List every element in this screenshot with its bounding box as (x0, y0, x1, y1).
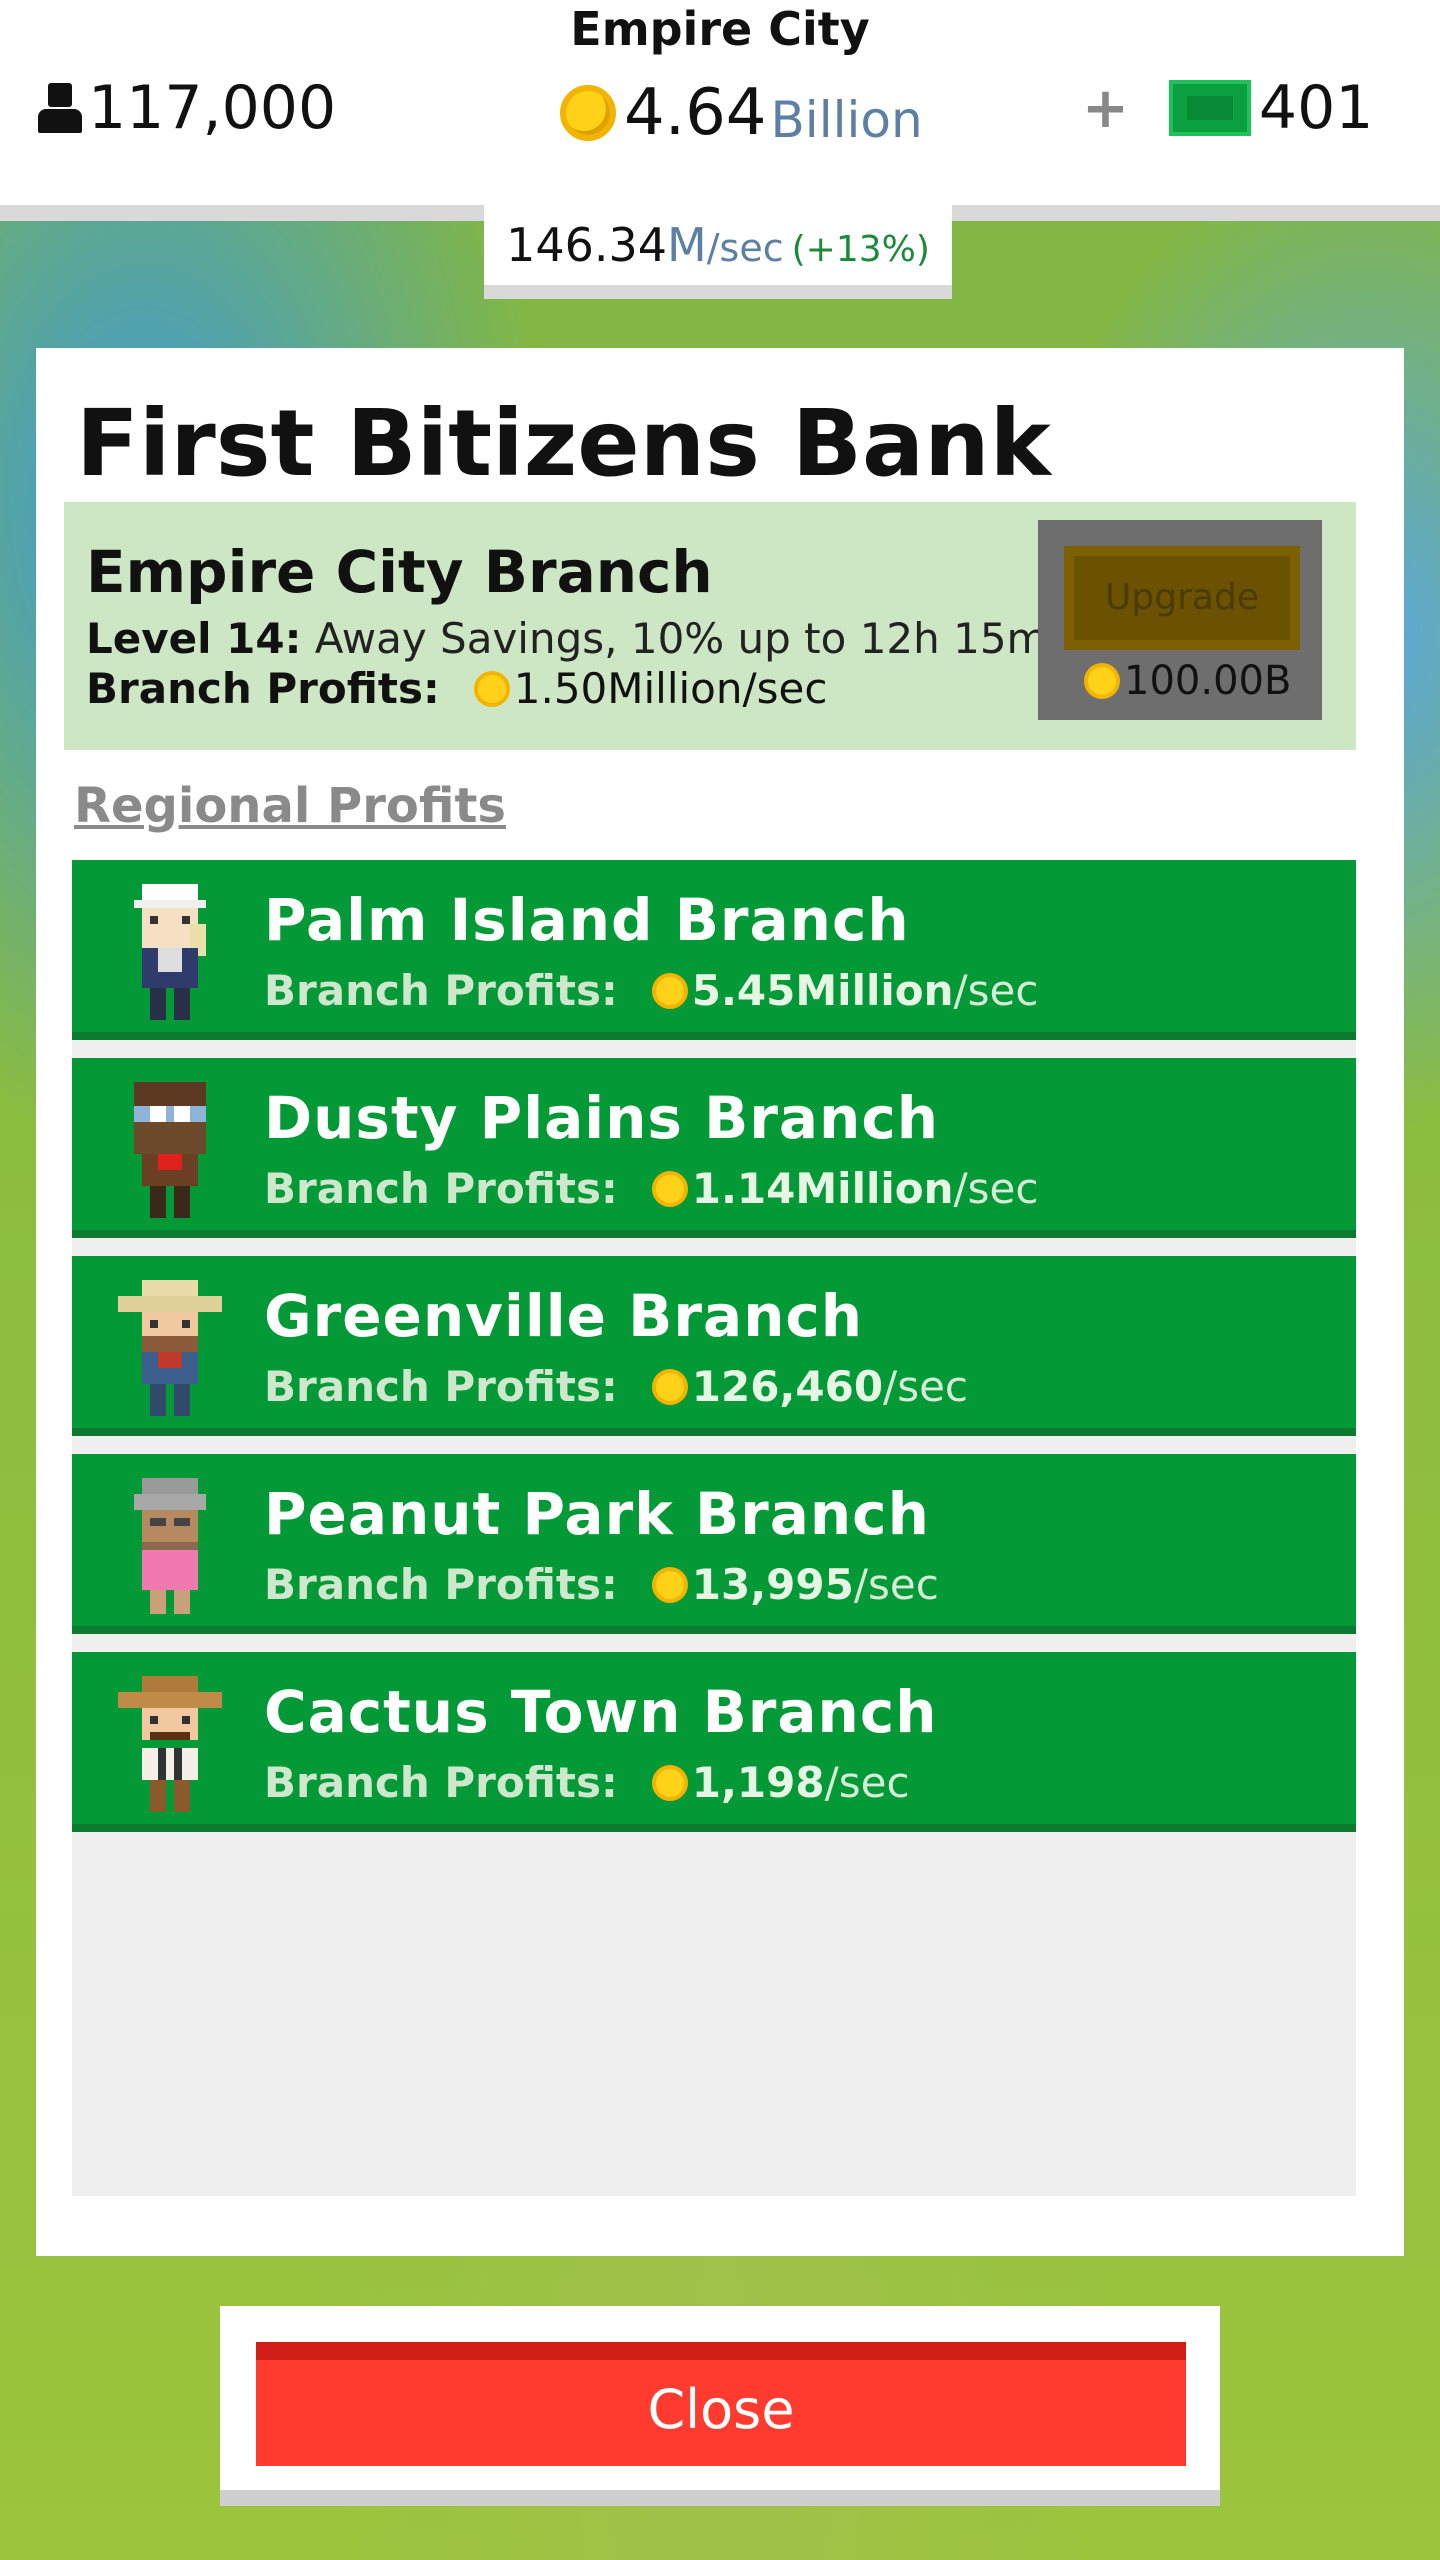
coin-icon (560, 85, 616, 141)
coin-icon (651, 1764, 688, 1801)
branch-item-profits: Branch Profits: 5.45Million /sec (264, 966, 1038, 1015)
profits-label: Branch Profits: (264, 1758, 618, 1807)
population-value: 117,000 (88, 73, 337, 143)
profits-label: Branch Profits: (264, 1560, 618, 1609)
upgrade-cost-value: 100.00B (1124, 658, 1292, 704)
profits-label: Branch Profits: (264, 1362, 618, 1411)
branch-item-name: Peanut Park Branch (264, 1480, 930, 1548)
profits-unit: /sec (953, 1164, 1039, 1213)
upgrade-cost: 100.00B (1084, 658, 1291, 704)
profits-label: Branch Profits: (264, 1164, 618, 1213)
bux-icon (1168, 80, 1251, 136)
profits-unit: /sec (953, 966, 1039, 1015)
profits-value: 5.45Million (691, 966, 954, 1015)
upgrade-button[interactable]: Upgrade (1064, 546, 1300, 650)
branch-item-name: Greenville Branch (264, 1282, 864, 1350)
rate-bonus: (+13%) (791, 229, 930, 270)
branch-profits-value: 1.50Million/sec (513, 664, 828, 713)
upgrade-panel: Upgrade 100.00B (1038, 520, 1322, 720)
list-item[interactable]: Peanut Park Branch Branch Profits: 13,99… (72, 1454, 1356, 1634)
top-status-bar: Empire City 117,000 4.64 Billion + 401 (0, 0, 1440, 221)
branch-item-profits: Branch Profits: 13,995 /sec (264, 1560, 939, 1609)
profits-value: 1.14Million (691, 1164, 954, 1213)
cowboy-avatar-icon (118, 1676, 222, 1812)
branch-item-profits: Branch Profits: 126,460 /sec (264, 1362, 968, 1411)
coin-icon (651, 1368, 688, 1405)
profits-value: 13,995 (691, 1560, 854, 1609)
current-branch-card: Empire City Branch Level 14: Away Saving… (64, 502, 1356, 750)
profits-unit: /sec (824, 1758, 910, 1807)
regional-branch-list[interactable]: Palm Island Branch Branch Profits: 5.45M… (72, 860, 1356, 2196)
branch-item-name: Dusty Plains Branch (264, 1084, 940, 1152)
money-value: 4.64 (624, 76, 767, 150)
branch-profits-label: Branch Profits: (86, 664, 440, 713)
plus-icon[interactable]: + (1082, 76, 1129, 141)
farmer-avatar-icon (134, 884, 206, 1020)
profits-unit: /sec (883, 1362, 969, 1411)
close-bar: Close (220, 2306, 1220, 2506)
coin-icon (651, 1170, 688, 1207)
profits-unit: /sec (853, 1560, 939, 1609)
city-name: Empire City (570, 2, 870, 56)
panel-title: First Bitizens Bank (76, 390, 1051, 497)
coin-icon (651, 972, 688, 1009)
profits-label: Branch Profits: (264, 966, 618, 1015)
money-unit: Billion (770, 91, 923, 149)
branch-item-name: Palm Island Branch (264, 886, 910, 954)
rate-suffix: /sec (706, 226, 784, 270)
bank-panel: First Bitizens Bank Empire City Branch L… (36, 348, 1404, 2256)
population-display: 117,000 (38, 68, 336, 148)
population-icon (38, 83, 82, 133)
branch-item-profits: Branch Profits: 1,198 /sec (264, 1758, 910, 1807)
coin-icon (1084, 663, 1120, 699)
bux-display[interactable]: + 401 (1082, 68, 1373, 148)
list-item[interactable]: Palm Island Branch Branch Profits: 5.45M… (72, 860, 1356, 1040)
close-button[interactable]: Close (256, 2342, 1186, 2466)
regional-profits-heading: Regional Profits (74, 778, 506, 834)
branch-item-name: Cactus Town Branch (264, 1678, 938, 1746)
rate-value: 146.34 (506, 218, 668, 272)
bux-value: 401 (1258, 73, 1374, 143)
granny-avatar-icon (134, 1478, 206, 1614)
branch-name: Empire City Branch (86, 538, 713, 606)
level-description: Away Savings, 10% up to 12h 15m (314, 614, 1048, 663)
aviator-avatar-icon (134, 1082, 206, 1218)
list-item[interactable]: Cactus Town Branch Branch Profits: 1,198… (72, 1652, 1356, 1832)
coin-icon (651, 1566, 688, 1603)
money-display: 4.64 Billion (560, 68, 923, 158)
profits-value: 126,460 (691, 1362, 884, 1411)
list-item[interactable]: Dusty Plains Branch Branch Profits: 1.14… (72, 1058, 1356, 1238)
level-label: Level 14: (86, 614, 302, 663)
coin-icon (473, 670, 510, 707)
income-rate: 146.34M/sec (+13%) (484, 205, 952, 299)
rate-unit: M (667, 218, 707, 272)
straw-hat-farmer-avatar-icon (118, 1280, 222, 1416)
branch-level: Level 14: Away Savings, 10% up to 12h 15… (86, 614, 1047, 663)
branch-profits: Branch Profits: 1.50Million/sec (86, 664, 827, 713)
list-item[interactable]: Greenville Branch Branch Profits: 126,46… (72, 1256, 1356, 1436)
branch-item-profits: Branch Profits: 1.14Million /sec (264, 1164, 1038, 1213)
profits-value: 1,198 (691, 1758, 825, 1807)
